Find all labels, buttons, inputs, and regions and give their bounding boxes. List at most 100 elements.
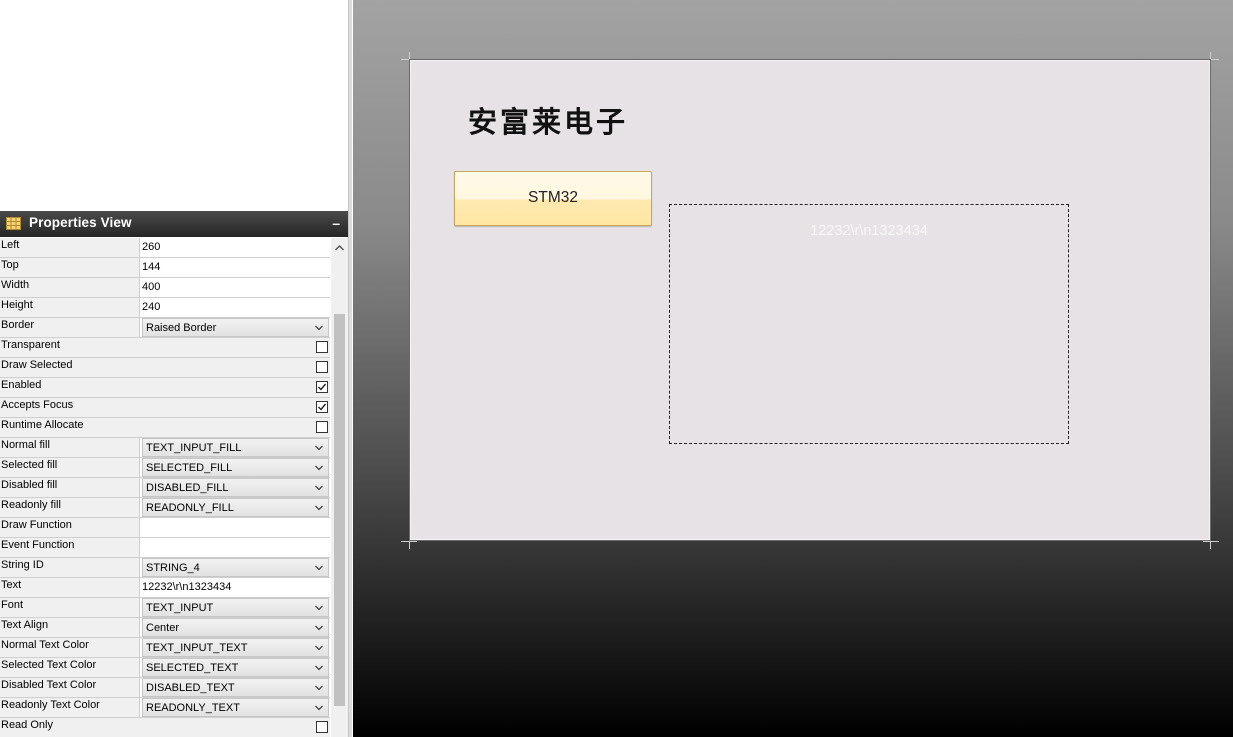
property-value-dropdown[interactable]: TEXT_INPUT_FILL: [142, 438, 329, 457]
text-widget-selected[interactable]: 12232\r\n1323434: [669, 204, 1069, 444]
chevron-down-icon[interactable]: [314, 643, 324, 653]
chevron-down-icon[interactable]: [314, 503, 324, 513]
property-value-dropdown[interactable]: Raised Border: [142, 318, 329, 337]
property-label: Draw Function: [0, 518, 140, 537]
property-row[interactable]: Disabled fill DISABLED_FILL: [0, 478, 330, 498]
dropdown-selected-value: TEXT_INPUT_TEXT: [146, 642, 248, 654]
dropdown-selected-value: Center: [146, 622, 180, 634]
property-value-dropdown[interactable]: TEXT_INPUT_TEXT: [142, 638, 329, 657]
property-row[interactable]: Height 240: [0, 298, 330, 318]
property-label: Height: [0, 298, 140, 317]
property-value-dropdown[interactable]: READONLY_FILL: [142, 498, 329, 517]
property-value-dropdown[interactable]: Center: [142, 618, 329, 637]
property-row[interactable]: Text 12232\r\n1323434: [0, 578, 330, 598]
property-value-dropdown[interactable]: DISABLED_FILL: [142, 478, 329, 497]
property-value-dropdown[interactable]: STRING_4: [142, 558, 329, 577]
property-value-input[interactable]: [141, 518, 330, 537]
property-value-dropdown[interactable]: READONLY_TEXT: [142, 698, 329, 717]
property-checkbox[interactable]: [316, 721, 328, 733]
property-label: Selected Text Color: [0, 658, 140, 677]
property-checkbox[interactable]: [316, 381, 328, 393]
property-value-input[interactable]: 144: [141, 258, 330, 277]
property-row[interactable]: Transparent: [0, 338, 330, 358]
property-value-input[interactable]: 400: [141, 278, 330, 297]
property-checkbox[interactable]: [316, 361, 328, 373]
property-label: Normal Text Color: [0, 638, 140, 657]
dropdown-selected-value: READONLY_TEXT: [146, 702, 240, 714]
project-tree-area[interactable]: [0, 0, 348, 210]
property-row[interactable]: Width 400: [0, 278, 330, 298]
chevron-down-icon[interactable]: [314, 603, 324, 613]
property-row[interactable]: Accepts Focus: [0, 398, 330, 418]
properties-view-header: Properties View –: [0, 211, 348, 237]
property-value-dropdown[interactable]: TEXT_INPUT: [142, 598, 329, 617]
chevron-down-icon[interactable]: [314, 443, 324, 453]
property-row[interactable]: Selected Text Color SELECTED_TEXT: [0, 658, 330, 678]
property-row[interactable]: Runtime Allocate: [0, 418, 330, 438]
left-panel: Properties View – Left 260 Top 144 Width 400 H…: [0, 0, 352, 737]
logo-text[interactable]: 安富莱电子: [468, 99, 628, 141]
dropdown-selected-value: DISABLED_TEXT: [146, 682, 235, 694]
chevron-down-icon[interactable]: [314, 323, 324, 333]
property-row[interactable]: Read Only: [0, 718, 330, 737]
property-row[interactable]: Border Raised Border: [0, 318, 330, 338]
stm32-button[interactable]: STM32: [454, 171, 652, 226]
property-row[interactable]: Event Function: [0, 538, 330, 558]
property-value-input[interactable]: 260: [141, 238, 330, 257]
panel-splitter[interactable]: [348, 0, 352, 737]
chevron-down-icon[interactable]: [314, 663, 324, 673]
property-value-input[interactable]: 240: [141, 298, 330, 317]
dropdown-selected-value: DISABLED_FILL: [146, 482, 229, 494]
property-label: Accepts Focus: [0, 398, 330, 417]
chevron-down-icon[interactable]: [314, 703, 324, 713]
checkmark-icon: [318, 383, 327, 391]
property-row[interactable]: Draw Selected: [0, 358, 330, 378]
property-label: Border: [0, 318, 140, 337]
property-row[interactable]: Font TEXT_INPUT: [0, 598, 330, 618]
property-row[interactable]: Enabled: [0, 378, 330, 398]
property-label: Width: [0, 278, 140, 297]
property-row[interactable]: String ID STRING_4: [0, 558, 330, 578]
property-label: Top: [0, 258, 140, 277]
chevron-down-icon[interactable]: [314, 463, 324, 473]
property-label: Read Only: [0, 718, 330, 737]
property-row[interactable]: Left 260: [0, 238, 330, 258]
dropdown-selected-value: READONLY_FILL: [146, 502, 234, 514]
dropdown-selected-value: Raised Border: [146, 322, 217, 334]
property-scrollbar[interactable]: [331, 238, 348, 737]
chevron-down-icon[interactable]: [314, 683, 324, 693]
dropdown-selected-value: SELECTED_FILL: [146, 462, 233, 474]
property-value-dropdown[interactable]: SELECTED_FILL: [142, 458, 329, 477]
property-label: Enabled: [0, 378, 330, 397]
minimize-button[interactable]: –: [332, 215, 340, 231]
property-row[interactable]: Top 144: [0, 258, 330, 278]
property-checkbox[interactable]: [316, 421, 328, 433]
property-value-input[interactable]: 12232\r\n1323434: [141, 578, 330, 597]
scroll-up-icon[interactable]: [331, 240, 348, 256]
checkmark-icon: [318, 403, 327, 411]
property-label: Transparent: [0, 338, 330, 357]
scrollbar-thumb[interactable]: [334, 314, 345, 706]
chevron-down-icon[interactable]: [314, 563, 324, 573]
property-row[interactable]: Draw Function: [0, 518, 330, 538]
property-value-input[interactable]: [141, 538, 330, 557]
property-label: Disabled Text Color: [0, 678, 140, 697]
dropdown-selected-value: SELECTED_TEXT: [146, 662, 239, 674]
property-row[interactable]: Normal fill TEXT_INPUT_FILL: [0, 438, 330, 458]
property-checkbox[interactable]: [316, 401, 328, 413]
property-row[interactable]: Disabled Text Color DISABLED_TEXT: [0, 678, 330, 698]
property-row[interactable]: Selected fill SELECTED_FILL: [0, 458, 330, 478]
property-label: Left: [0, 238, 140, 257]
property-value-dropdown[interactable]: SELECTED_TEXT: [142, 658, 329, 677]
dropdown-selected-value: TEXT_INPUT: [146, 602, 214, 614]
property-row[interactable]: Readonly Text Color READONLY_TEXT: [0, 698, 330, 718]
chevron-down-icon[interactable]: [314, 483, 324, 493]
chevron-down-icon[interactable]: [314, 623, 324, 633]
property-value-dropdown[interactable]: DISABLED_TEXT: [142, 678, 329, 697]
property-grid: Left 260 Top 144 Width 400 Height 240 Border Rais…: [0, 238, 330, 737]
property-label: Text Align: [0, 618, 140, 637]
property-row[interactable]: Text Align Center: [0, 618, 330, 638]
property-row[interactable]: Normal Text Color TEXT_INPUT_TEXT: [0, 638, 330, 658]
property-row[interactable]: Readonly fill READONLY_FILL: [0, 498, 330, 518]
property-checkbox[interactable]: [316, 341, 328, 353]
